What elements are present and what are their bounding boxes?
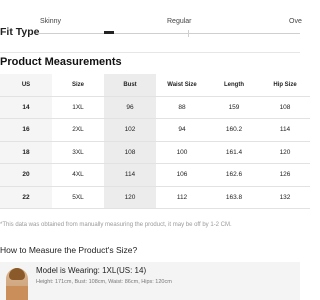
- fit-scale-marker: [104, 31, 114, 34]
- table-row: 20 4XL 114 106 162.6 126: [0, 163, 310, 187]
- cell-length: 163.8: [208, 186, 260, 209]
- col-header-waist: Waist Size: [156, 74, 208, 97]
- cell-hip: 126: [260, 163, 310, 187]
- fit-scale-track: [36, 33, 300, 34]
- fit-option-oversized: Ove: [289, 18, 302, 25]
- cell-bust: 120: [104, 186, 156, 209]
- cell-bust: 96: [104, 96, 156, 119]
- cell-us: 22: [0, 186, 52, 209]
- product-measurements-title: Product Measurements: [0, 56, 122, 68]
- cell-size: 3XL: [52, 141, 104, 164]
- cell-size: 2XL: [52, 118, 104, 142]
- cell-us: 14: [0, 96, 52, 119]
- fit-scale-tick: [188, 30, 189, 37]
- cell-waist: 100: [156, 141, 208, 164]
- cell-waist: 88: [156, 96, 208, 119]
- table-row: 16 2XL 102 94 160.2 114: [0, 118, 310, 142]
- cell-us: 16: [0, 118, 52, 142]
- cell-size: 5XL: [52, 186, 104, 209]
- how-to-measure-link[interactable]: How to Measure the Product's Size?: [0, 245, 137, 255]
- cell-hip: 114: [260, 118, 310, 142]
- cell-length: 162.6: [208, 163, 260, 187]
- model-avatar: [6, 268, 28, 300]
- table-header-row: US Size Bust Waist Size Length Hip Size: [0, 74, 310, 97]
- fit-type-section: Fit Type Skinny Regular Ove: [0, 0, 302, 52]
- col-header-length: Length: [208, 74, 260, 97]
- col-header-bust: Bust: [104, 74, 156, 97]
- cell-waist: 106: [156, 163, 208, 187]
- model-wearing-text: Model is Wearing: 1XL(US: 14): [36, 266, 147, 275]
- cell-size: 1XL: [52, 96, 104, 119]
- cell-bust: 108: [104, 141, 156, 164]
- cell-us: 18: [0, 141, 52, 164]
- fit-option-regular: Regular: [167, 18, 192, 25]
- cell-size: 4XL: [52, 163, 104, 187]
- col-header-hip: Hip Size: [260, 74, 310, 97]
- fit-type-label: Fit Type: [0, 26, 40, 38]
- cell-hip: 120: [260, 141, 310, 164]
- cell-bust: 102: [104, 118, 156, 142]
- table-row: 18 3XL 108 100 161.4 120: [0, 141, 310, 164]
- cell-length: 161.4: [208, 141, 260, 164]
- cell-hip: 132: [260, 186, 310, 209]
- cell-waist: 94: [156, 118, 208, 142]
- measurements-table: US Size Bust Waist Size Length Hip Size …: [0, 74, 310, 209]
- table-row: 14 1XL 96 88 159 108: [0, 96, 310, 119]
- cell-us: 20: [0, 163, 52, 187]
- cell-hip: 108: [260, 96, 310, 119]
- table-row: 22 5XL 120 112 163.8 132: [0, 186, 310, 209]
- cell-bust: 114: [104, 163, 156, 187]
- divider: [0, 52, 300, 53]
- col-header-size: Size: [52, 74, 104, 97]
- measurement-note: *This data was obtained from manually me…: [0, 222, 232, 228]
- col-header-us: US: [0, 74, 52, 97]
- cell-waist: 112: [156, 186, 208, 209]
- cell-length: 160.2: [208, 118, 260, 142]
- model-stats-text: Height: 171cm, Bust: 108cm, Waist: 86cm,…: [36, 279, 172, 285]
- model-info-box: Model is Wearing: 1XL(US: 14) Height: 17…: [0, 262, 300, 300]
- cell-length: 159: [208, 96, 260, 119]
- fit-option-skinny: Skinny: [40, 18, 62, 25]
